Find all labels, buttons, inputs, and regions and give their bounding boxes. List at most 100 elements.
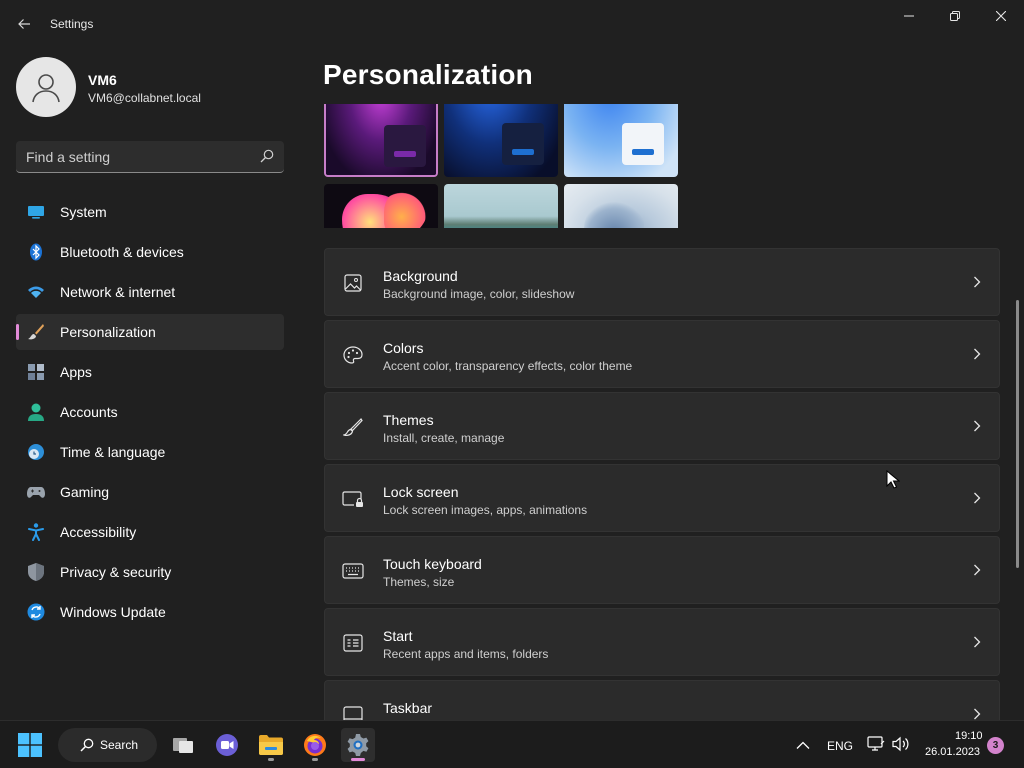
- back-arrow-icon: [18, 19, 30, 29]
- setting-subtitle: Accent color, transparency effects, colo…: [383, 359, 633, 373]
- sidebar-item-bluetooth[interactable]: Bluetooth & devices: [16, 234, 284, 270]
- chevron-right-icon: [974, 564, 981, 576]
- paintbrush-icon: [27, 323, 45, 341]
- sidebar-item-label: Gaming: [60, 484, 110, 500]
- search-icon: [80, 738, 94, 752]
- sidebar-item-accessibility[interactable]: Accessibility: [16, 514, 284, 550]
- apps-icon: [27, 363, 45, 381]
- start-icon: [342, 633, 364, 653]
- sidebar-item-label: Windows Update: [60, 604, 166, 620]
- taskbar-search[interactable]: Search: [58, 728, 157, 762]
- setting-title: Colors: [383, 340, 424, 356]
- sidebar-item-network[interactable]: Network & internet: [16, 274, 284, 310]
- taskbar-firefox[interactable]: [298, 728, 332, 762]
- chevron-right-icon: [974, 276, 981, 288]
- sidebar-item-label: Network & internet: [60, 284, 176, 300]
- chevron-right-icon: [974, 492, 981, 504]
- clock-date: 26.01.2023: [925, 746, 981, 758]
- setting-colors[interactable]: Colors Accent color, transparency effect…: [324, 320, 1000, 388]
- taskbar-settings[interactable]: [341, 728, 375, 762]
- sidebar-item-label: Accessibility: [60, 524, 137, 540]
- gamepad-icon: [27, 483, 45, 501]
- sidebar-item-label: Time & language: [60, 444, 166, 460]
- theme-thumbnail-glow[interactable]: [324, 104, 438, 177]
- clock-globe-icon: [27, 443, 45, 461]
- setting-start[interactable]: Start Recent apps and items, folders: [324, 608, 1000, 676]
- chevron-right-icon: [974, 420, 981, 432]
- theme-thumbnail-flowers[interactable]: [324, 184, 438, 228]
- sidebar-item-time-language[interactable]: Time & language: [16, 434, 284, 470]
- theme-thumbnail-captured-motion[interactable]: [564, 184, 678, 228]
- shield-icon: [27, 563, 45, 581]
- sidebar-item-label: Privacy & security: [60, 564, 172, 580]
- theme-thumbnail-bloom-dark[interactable]: [444, 104, 558, 177]
- setting-subtitle: Background image, color, slideshow: [383, 287, 575, 301]
- user-email: VM6@collabnet.local: [88, 91, 201, 105]
- file-explorer-icon: [259, 735, 283, 755]
- setting-title: Lock screen: [383, 484, 459, 500]
- notification-badge[interactable]: 3: [987, 737, 1004, 754]
- task-view-icon: [173, 738, 193, 753]
- person-icon: [27, 403, 45, 421]
- sidebar-item-system[interactable]: System: [16, 194, 284, 230]
- search-icon: [260, 149, 274, 163]
- tray-overflow-button[interactable]: [796, 737, 812, 753]
- setting-title: Start: [383, 628, 413, 644]
- avatar[interactable]: [16, 57, 76, 117]
- chevron-right-icon: [974, 636, 981, 648]
- network-status[interactable]: [867, 736, 885, 757]
- sidebar-item-apps[interactable]: Apps: [16, 354, 284, 390]
- firefox-icon: [304, 734, 326, 756]
- sidebar-item-label: Accounts: [60, 404, 118, 420]
- windows-logo-icon: [18, 733, 42, 757]
- sidebar-item-gaming[interactable]: Gaming: [16, 474, 284, 510]
- chevron-up-icon: [796, 741, 810, 749]
- sidebar-item-label: Bluetooth & devices: [60, 244, 184, 260]
- wifi-icon: [27, 283, 45, 301]
- setting-touch-keyboard[interactable]: Touch keyboard Themes, size: [324, 536, 1000, 604]
- theme-preview-window: [502, 123, 544, 165]
- taskbar-search-label: Search: [100, 738, 139, 752]
- scrollbar[interactable]: [1016, 300, 1019, 568]
- sidebar-item-personalization[interactable]: Personalization: [16, 314, 284, 350]
- page-title: Personalization: [323, 59, 533, 90]
- close-icon: [996, 11, 1006, 21]
- input-language[interactable]: ENG: [827, 739, 853, 753]
- back-button[interactable]: [10, 10, 38, 38]
- close-button[interactable]: [978, 4, 1024, 28]
- sidebar-item-label: System: [60, 204, 107, 220]
- image-icon: [342, 273, 364, 293]
- theme-thumbnail-lake[interactable]: [444, 184, 558, 228]
- start-button[interactable]: [18, 733, 42, 762]
- setting-background[interactable]: Background Background image, color, slid…: [324, 248, 1000, 316]
- minimize-button[interactable]: [886, 4, 932, 28]
- setting-subtitle: Themes, size: [383, 575, 455, 589]
- clock-time: 19:10: [955, 730, 983, 742]
- setting-themes[interactable]: Themes Install, create, manage: [324, 392, 1000, 460]
- lock-screen-icon: [342, 489, 364, 509]
- taskbar-file-explorer[interactable]: [254, 728, 288, 762]
- update-icon: [27, 603, 45, 621]
- taskbar-task-view[interactable]: [166, 728, 200, 762]
- monitor-icon: [27, 203, 45, 221]
- sidebar-item-privacy[interactable]: Privacy & security: [16, 554, 284, 590]
- theme-thumbnail-bloom-light[interactable]: [564, 104, 678, 177]
- theme-preview-window: [384, 125, 426, 167]
- search-box[interactable]: [16, 141, 284, 173]
- settings-icon: [347, 734, 369, 756]
- app-title: Settings: [50, 17, 94, 31]
- restore-button[interactable]: [932, 4, 978, 28]
- setting-taskbar[interactable]: Taskbar: [324, 680, 1000, 724]
- user-avatar-icon: [32, 74, 60, 103]
- search-input[interactable]: [26, 141, 246, 172]
- sidebar-item-windows-update[interactable]: Windows Update: [16, 594, 284, 630]
- volume-icon: [892, 736, 909, 752]
- sidebar-item-label: Personalization: [60, 324, 156, 340]
- taskbar-teams[interactable]: [210, 728, 244, 762]
- network-wired-icon: [867, 736, 885, 751]
- sidebar-item-accounts[interactable]: Accounts: [16, 394, 284, 430]
- brush-icon: [342, 417, 364, 437]
- setting-title: Themes: [383, 412, 434, 428]
- main-content: Personalization Background Background im…: [300, 48, 1016, 724]
- volume-control[interactable]: [892, 736, 910, 757]
